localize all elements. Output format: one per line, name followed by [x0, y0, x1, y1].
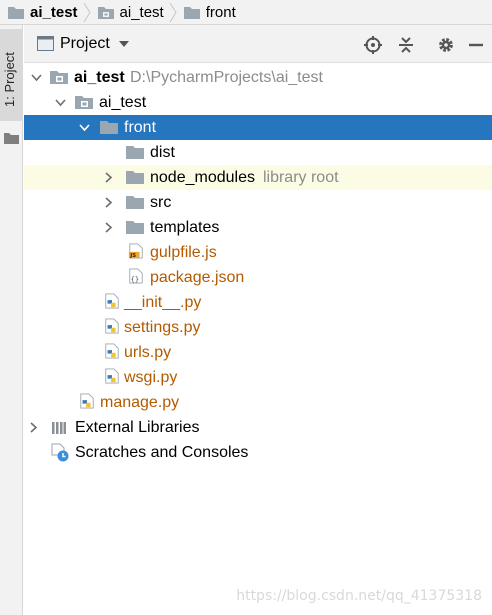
breadcrumb-item-module[interactable]: ai_test — [97, 0, 164, 25]
breadcrumb-label: ai_test — [30, 3, 78, 21]
watermark: https://blog.csdn.net/qq_41375318 — [236, 588, 482, 604]
python-file-icon — [105, 293, 119, 309]
tree-node-label: urls.py — [124, 344, 172, 361]
tree-node-label: package.json — [150, 269, 245, 286]
breadcrumb: ai_test ai_test front — [0, 0, 492, 25]
folder-icon — [126, 221, 144, 234]
tree-node-label: templates — [150, 219, 220, 236]
tree-node-label: node_modules — [150, 169, 255, 186]
module-folder-icon — [97, 6, 114, 19]
tree-node-scratches[interactable]: Scratches and Consoles — [24, 440, 492, 465]
folder-icon — [100, 121, 118, 134]
tree-node-root[interactable]: ai_test D:\PycharmProjects\ai_test — [24, 65, 492, 90]
tree-node-label: dist — [150, 144, 175, 161]
expanded-arrow-icon[interactable] — [31, 72, 42, 83]
python-file-icon — [105, 318, 119, 334]
project-tool-header: Project — [24, 25, 492, 63]
breadcrumb-label: front — [205, 3, 236, 21]
svg-text:{}: {} — [131, 274, 140, 283]
tree-node-label: src — [150, 194, 172, 211]
chevron-down-icon[interactable] — [118, 39, 130, 49]
folder-icon — [126, 146, 144, 159]
breadcrumb-item-front[interactable]: front — [183, 0, 236, 25]
tool-window-stripe: 1: Project — [0, 25, 23, 615]
tree-node-label: settings.py — [124, 319, 201, 336]
tree-node-external-libraries[interactable]: External Libraries — [24, 415, 492, 440]
scratches-icon — [51, 443, 69, 462]
locate-icon[interactable] — [364, 36, 382, 54]
tree-node-gulpfile[interactable]: JS gulpfile.js — [24, 240, 492, 265]
tree-node-label: Scratches and Consoles — [75, 444, 249, 461]
tree-node-package-json[interactable]: {} package.json — [24, 265, 492, 290]
tree-node-front[interactable]: front — [24, 115, 492, 140]
collapse-all-icon[interactable] — [397, 36, 415, 54]
library-icon — [52, 422, 66, 434]
folder-icon — [126, 196, 144, 209]
python-file-icon — [105, 368, 119, 384]
project-tool-tab-label[interactable]: 1: Project — [2, 27, 20, 107]
javascript-file-icon: JS — [128, 243, 143, 259]
breadcrumb-item-project[interactable]: ai_test — [8, 0, 78, 25]
library-root-hint: library root — [262, 169, 339, 186]
collapsed-arrow-icon[interactable] — [28, 422, 39, 433]
tree-node-label: ai_test — [99, 94, 147, 111]
project-tree[interactable]: ai_test D:\PycharmProjects\ai_test ai_te… — [24, 63, 492, 615]
python-file-icon — [80, 393, 94, 409]
python-file-icon — [105, 343, 119, 359]
tree-node-wsgi-py[interactable]: wsgi.py — [24, 365, 492, 390]
project-folder-icon — [50, 71, 68, 84]
hide-icon[interactable] — [467, 36, 485, 54]
tree-node-src[interactable]: src — [24, 190, 492, 215]
expanded-arrow-icon[interactable] — [79, 122, 90, 133]
tree-node-settings-py[interactable]: settings.py — [24, 315, 492, 340]
breadcrumb-separator — [83, 2, 91, 22]
view-title[interactable]: Project — [60, 35, 110, 53]
expanded-arrow-icon[interactable] — [55, 97, 66, 108]
tree-node-manage-py[interactable]: manage.py — [24, 390, 492, 415]
tree-node-templates[interactable]: templates — [24, 215, 492, 240]
tree-node-node-modules[interactable]: node_modules library root — [24, 165, 492, 190]
tree-node-label: front — [124, 119, 157, 136]
svg-text:JS: JS — [129, 253, 136, 259]
tree-node-init-py[interactable]: __init__.py — [24, 290, 492, 315]
tree-node-label: ai_test — [74, 69, 125, 86]
module-folder-icon — [75, 96, 93, 109]
collapsed-arrow-icon[interactable] — [103, 222, 114, 233]
tree-node-urls-py[interactable]: urls.py — [24, 340, 492, 365]
folder-icon — [126, 171, 144, 184]
tree-node-label: __init__.py — [124, 294, 202, 311]
collapsed-arrow-icon[interactable] — [103, 197, 114, 208]
collapsed-arrow-icon[interactable] — [103, 172, 114, 183]
breadcrumb-label: ai_test — [119, 3, 164, 21]
tree-node-label: manage.py — [100, 394, 180, 411]
tree-node-module[interactable]: ai_test — [24, 90, 492, 115]
tree-node-label: gulpfile.js — [150, 244, 217, 261]
tree-node-dist[interactable]: dist — [24, 140, 492, 165]
tree-node-label: wsgi.py — [124, 369, 178, 386]
breadcrumb-separator — [169, 2, 177, 22]
folder-icon — [4, 133, 19, 144]
json-file-icon: {} — [129, 268, 143, 284]
tree-node-path: D:\PycharmProjects\ai_test — [130, 69, 323, 86]
project-view-icon — [37, 36, 54, 51]
gear-icon[interactable] — [437, 36, 455, 54]
folder-icon — [183, 6, 200, 19]
folder-icon — [8, 6, 24, 19]
tree-node-label: External Libraries — [75, 419, 200, 436]
